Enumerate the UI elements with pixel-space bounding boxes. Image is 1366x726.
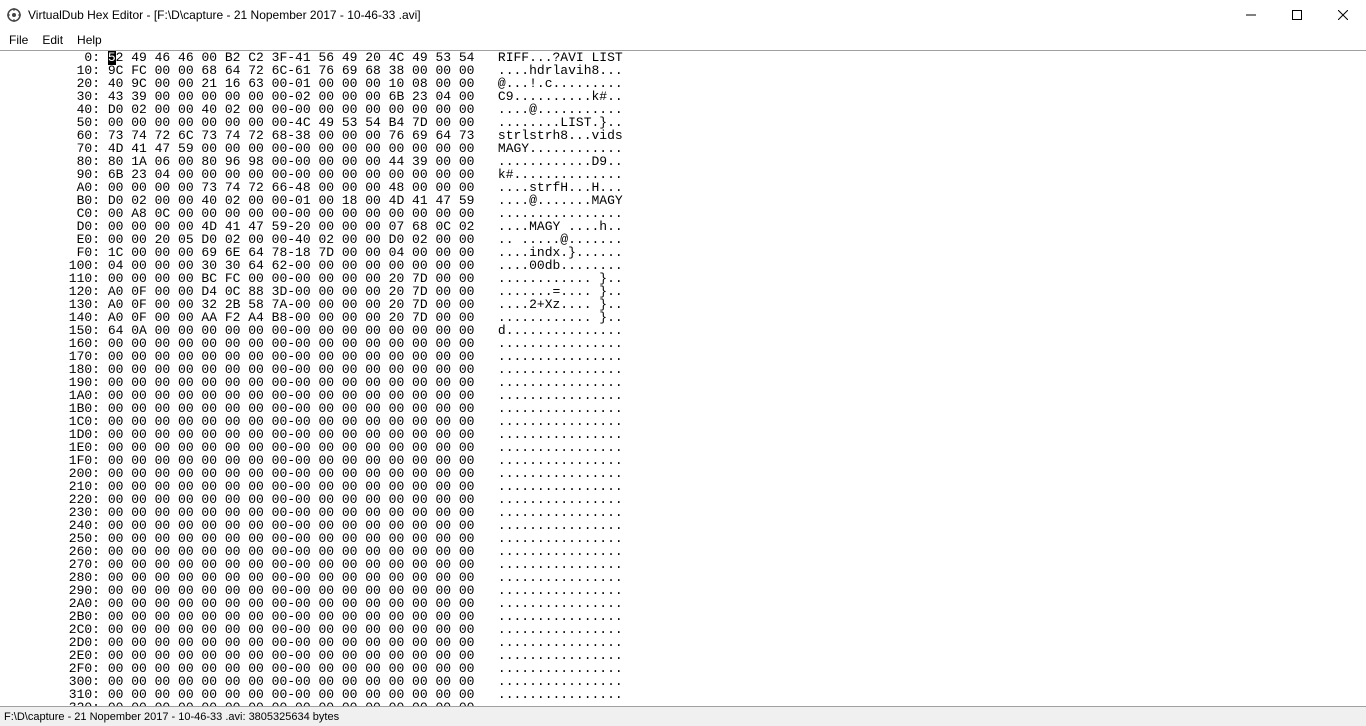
status-text: F:\D\capture - 21 Nopember 2017 - 10-46-… — [4, 711, 339, 723]
window-title: VirtualDub Hex Editor - [F:\D\capture - … — [28, 8, 1228, 22]
hex-editor-viewport[interactable]: 0: 52 49 46 46 00 B2 C2 3F-41 56 49 20 4… — [0, 50, 1366, 707]
maximize-button[interactable] — [1274, 0, 1320, 30]
minimize-button[interactable] — [1228, 0, 1274, 30]
menubar: File Edit Help — [0, 30, 1366, 49]
menu-file[interactable]: File — [2, 31, 35, 49]
menu-edit[interactable]: Edit — [35, 31, 70, 49]
menu-help[interactable]: Help — [70, 31, 109, 49]
titlebar[interactable]: VirtualDub Hex Editor - [F:\D\capture - … — [0, 0, 1366, 30]
statusbar: F:\D\capture - 21 Nopember 2017 - 10-46-… — [0, 706, 1366, 726]
app-icon — [6, 7, 22, 23]
close-button[interactable] — [1320, 0, 1366, 30]
hex-content[interactable]: 0: 52 49 46 46 00 B2 C2 3F-41 56 49 20 4… — [0, 51, 1366, 707]
